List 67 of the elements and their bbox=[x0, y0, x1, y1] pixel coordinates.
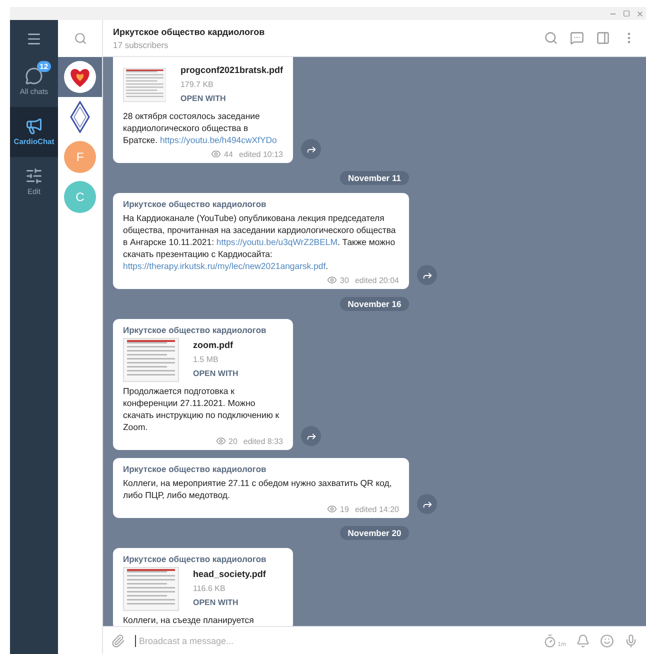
open-with-button[interactable]: OPEN WITH bbox=[180, 94, 283, 103]
view-count: 30 bbox=[340, 276, 349, 284]
forward-arrow-icon bbox=[422, 270, 432, 280]
megaphone-icon bbox=[25, 117, 43, 136]
message-text: Коллеги, на съезде планируется bbox=[123, 614, 255, 626]
open-with-button[interactable]: OPEN WITH bbox=[193, 598, 266, 607]
message-text: Коллеги, на мероприятие 27.11 с обедом нужно захватить QR код, либо ПЦР, либо медотвод. bbox=[123, 477, 393, 501]
link[interactable]: https://youtu.be/h494cwXfYDo bbox=[160, 135, 277, 145]
forward-button[interactable] bbox=[301, 139, 321, 159]
paperclip-icon[interactable] bbox=[111, 634, 125, 648]
letter-avatar: F bbox=[64, 141, 96, 173]
subscriber-count: 17 subscribers bbox=[113, 40, 170, 50]
file-name: head_society.pdf bbox=[193, 569, 266, 579]
file-size: 116.6 KB bbox=[193, 584, 226, 593]
eye-icon bbox=[327, 275, 338, 285]
open-with-button[interactable]: OPEN WITH bbox=[193, 369, 238, 378]
bell-icon[interactable] bbox=[576, 634, 590, 648]
document-thumbnail bbox=[123, 567, 179, 611]
maximize-icon[interactable] bbox=[623, 10, 630, 17]
forward-button[interactable] bbox=[301, 426, 321, 446]
message-author: Иркутское общество кардиологов bbox=[123, 199, 268, 209]
eye-icon bbox=[211, 149, 222, 159]
view-count: 44 bbox=[224, 150, 233, 158]
forward-button[interactable] bbox=[417, 494, 437, 514]
menu-icon[interactable] bbox=[26, 30, 42, 46]
document-thumbnail bbox=[123, 338, 179, 382]
view-count: 19 bbox=[340, 504, 349, 514]
edited-time: edited 14:20 bbox=[354, 504, 399, 514]
edited-time: edited 8:33 bbox=[243, 436, 283, 446]
forward-arrow-icon bbox=[306, 144, 316, 154]
diamond-logo-icon bbox=[70, 101, 90, 133]
message-author: Иркутское общество кардиологов bbox=[123, 325, 268, 335]
letter-avatar: C bbox=[64, 181, 96, 213]
sliders-icon bbox=[25, 167, 43, 186]
date-pill: November 20 bbox=[340, 526, 410, 540]
date-pill: November 16 bbox=[340, 297, 410, 311]
message-author: Иркутское общество кардиологов bbox=[123, 464, 268, 474]
search-icon[interactable] bbox=[544, 31, 558, 45]
file-name: progconf2021bratsk.pdf bbox=[180, 65, 283, 75]
smile-icon[interactable] bbox=[600, 634, 614, 648]
side-panel-icon[interactable] bbox=[596, 31, 610, 45]
link[interactable]: https://youtu.be/u3qWrZ2BELM bbox=[216, 237, 338, 247]
forward-arrow-icon bbox=[306, 430, 316, 442]
edited-time: edited 20:04 bbox=[354, 276, 399, 284]
microphone-icon[interactable] bbox=[624, 634, 638, 648]
chat-bubbles-icon bbox=[25, 67, 43, 86]
comments-icon[interactable] bbox=[570, 31, 584, 45]
message-text: 28 октября состоялось заседание кардиологического общества в Братске. https://youtu.be/h494cwXfYDo bbox=[123, 110, 278, 146]
close-icon[interactable] bbox=[636, 10, 644, 18]
view-count: 20 bbox=[228, 436, 238, 446]
chat-list-item[interactable] bbox=[58, 57, 102, 97]
forward-arrow-icon bbox=[422, 498, 432, 510]
edited-time: edited 10:13 bbox=[238, 150, 283, 158]
message-text: Продолжается подготовка к конференции 27.11.2021. Можно скачать инструкцию по подключению к Zoom. bbox=[123, 385, 280, 433]
message-text: На Кардиоканале (YouTube) опубликована лекция председателя общества, прочитанная на заседании кардиологического общества в Ангарске 10.11.2021: https://youtu.be/u3qWrZ2BELM. Также можно скачать презентацию с Кардиосайта: https://therapy.irkutsk.ru/my/lec/new2021angarsk.pdf. bbox=[123, 212, 397, 272]
file-name: zoom.pdf bbox=[193, 340, 234, 350]
file-size: 179.7 KB bbox=[180, 80, 214, 89]
eye-icon bbox=[327, 504, 338, 514]
search-icon[interactable] bbox=[74, 32, 86, 45]
channel-title: Иркутское общество кардиологов bbox=[113, 26, 266, 36]
eye-icon bbox=[216, 436, 226, 446]
message-author: Иркутское общество кардиологов bbox=[123, 554, 268, 564]
forward-button[interactable] bbox=[417, 265, 437, 285]
heart-avatar bbox=[64, 61, 96, 93]
link[interactable]: https://therapy.irkutsk.ru/my/lec/new2021angarsk.pdf bbox=[123, 261, 326, 271]
file-size: 1.5 MB bbox=[193, 355, 220, 364]
date-pill: November 11 bbox=[340, 171, 409, 185]
